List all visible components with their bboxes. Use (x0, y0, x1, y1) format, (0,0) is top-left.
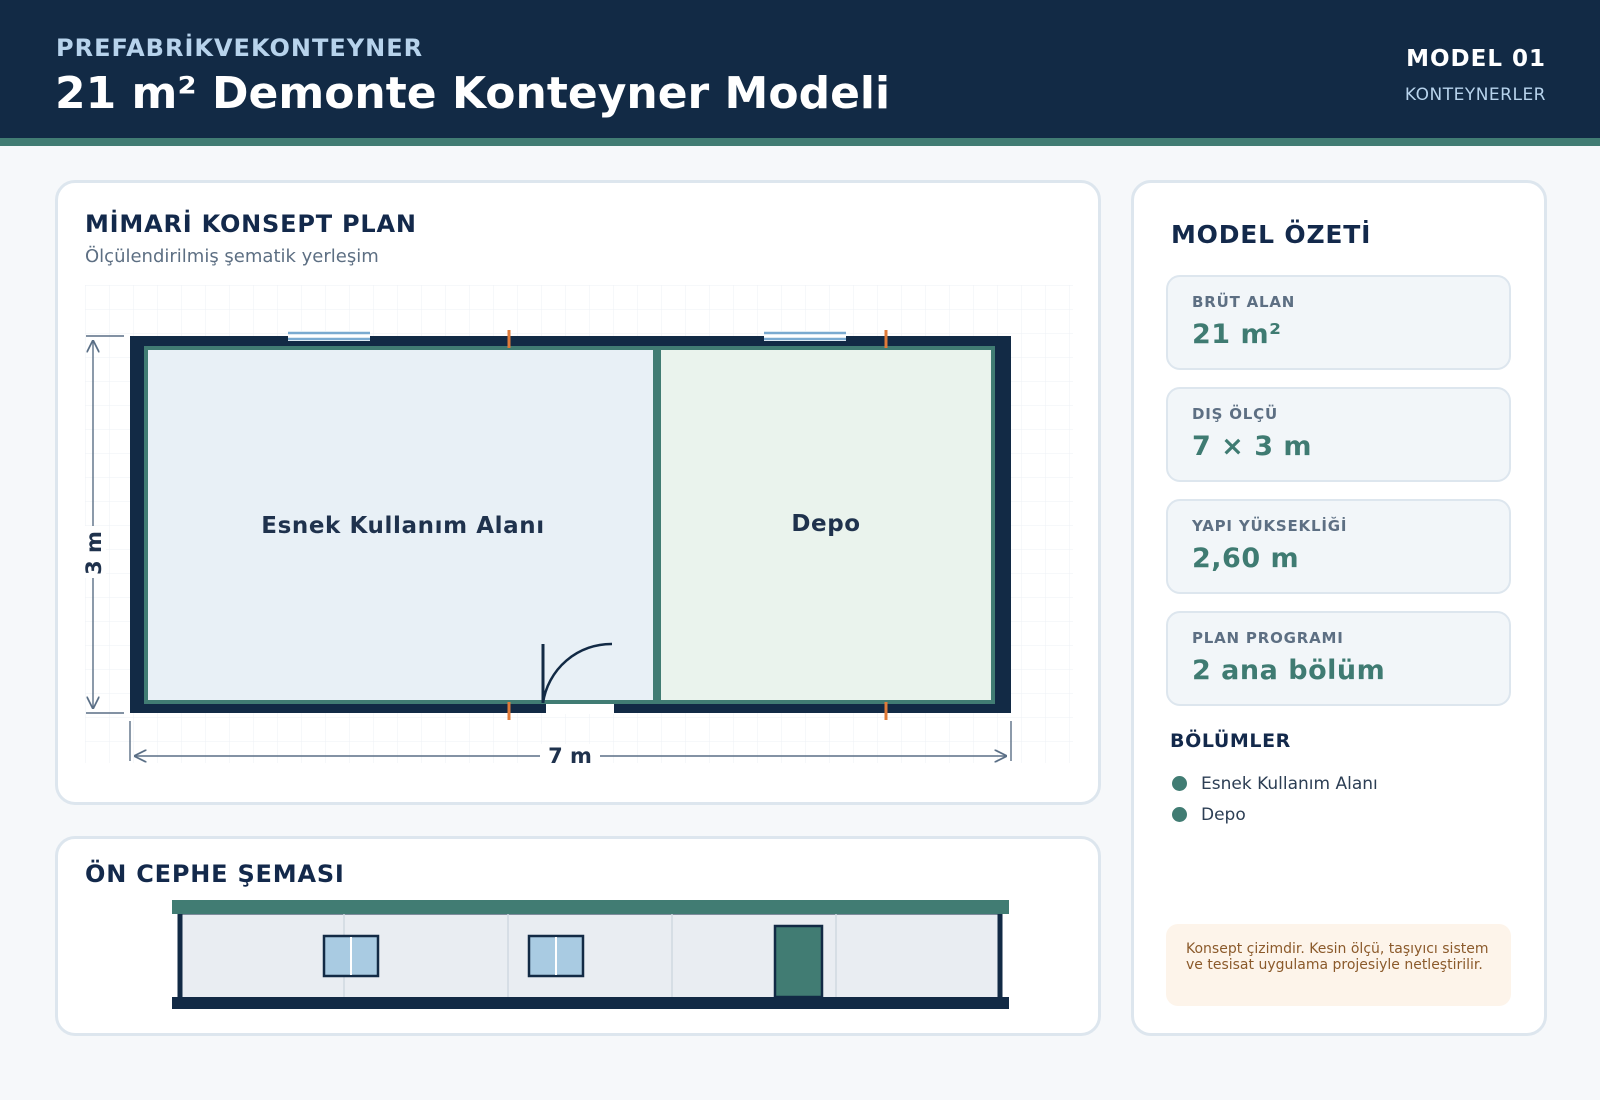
facade-wall (177, 909, 1003, 1003)
front-elevation-drawing (172, 900, 1009, 1009)
width-dimension-label: 7 m (548, 744, 592, 763)
model-category: KONTEYNERLER (1404, 85, 1546, 105)
stat-label: YAPI YÜKSEKLİĞİ (1192, 517, 1348, 535)
facade-roof (172, 900, 1009, 914)
section-name: Esnek Kullanım Alanı (1201, 773, 1378, 794)
stat-building-height: YAPI YÜKSEKLİĞİ 2,60 m (1166, 499, 1511, 594)
stat-plan-program: PLAN PROGRAMI 2 ana bölüm (1166, 611, 1511, 706)
stat-label: DIŞ ÖLÇÜ (1192, 405, 1278, 423)
plan-window (764, 331, 846, 341)
facade-window (322, 934, 380, 978)
brand-name: PREFABRİKVEKONTEYNER (56, 34, 424, 62)
list-item: Esnek Kullanım Alanı (1172, 768, 1378, 799)
list-item: Depo (1172, 799, 1378, 830)
stat-outer-dimensions: DIŞ ÖLÇÜ 7 × 3 m (1166, 387, 1511, 482)
sections-list: Esnek Kullanım Alanı Depo (1172, 768, 1378, 830)
room-label: Esnek Kullanım Alanı (261, 513, 544, 539)
stat-value: 2 ana bölüm (1192, 655, 1386, 686)
stat-label: PLAN PROGRAMI (1192, 629, 1344, 647)
facade-title: ÖN CEPHE ŞEMASI (85, 860, 345, 888)
page-header: PREFABRİKVEKONTEYNER 21 m² Demonte Konte… (0, 0, 1600, 138)
model-label: MODEL 01 (1406, 46, 1546, 72)
stat-gross-area: BRÜT ALAN 21 m² (1166, 275, 1511, 370)
summary-title: MODEL ÖZETİ (1171, 220, 1372, 249)
plan-title: MİMARİ KONSEPT PLAN (85, 210, 417, 238)
plan-subtitle: Ölçülendirilmiş şematik yerleşim (85, 246, 379, 267)
stat-label: BRÜT ALAN (1192, 293, 1296, 311)
stat-value: 2,60 m (1192, 543, 1300, 574)
disclaimer-note: Konsept çizimdir. Kesin ölçü, taşıyıcı s… (1166, 924, 1511, 1006)
header-accent-stripe (0, 138, 1600, 146)
plan-window (288, 331, 370, 341)
sections-heading: BÖLÜMLER (1170, 730, 1291, 752)
stat-value: 7 × 3 m (1192, 431, 1313, 462)
page-title: 21 m² Demonte Konteyner Modeli (55, 68, 891, 119)
room-label: Depo (791, 511, 860, 537)
bullet-dot-icon (1172, 776, 1187, 791)
section-name: Depo (1201, 804, 1246, 825)
facade-door (773, 924, 824, 999)
floor-plan-drawing: Esnek Kullanım Alanı Depo 3 m 7 m (85, 285, 1073, 763)
height-dimension-label: 3 m (85, 531, 106, 575)
bullet-dot-icon (1172, 807, 1187, 822)
facade-base (172, 997, 1009, 1009)
door-opening (546, 704, 614, 714)
stat-value: 21 m² (1192, 319, 1282, 350)
facade-window (527, 934, 585, 978)
